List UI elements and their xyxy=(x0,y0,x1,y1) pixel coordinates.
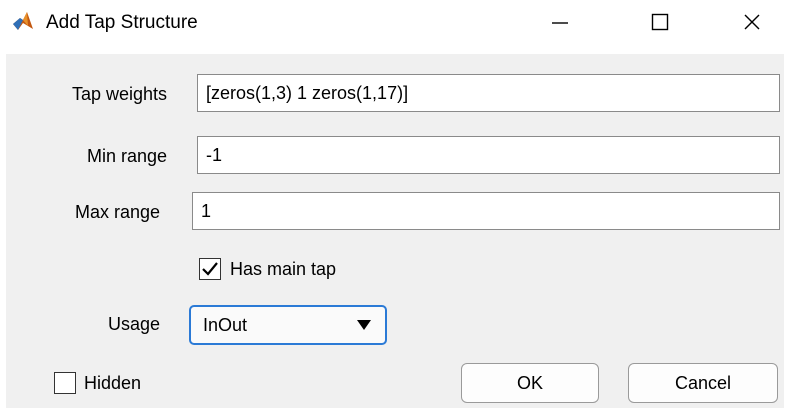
has-main-tap-checkbox[interactable] xyxy=(199,258,221,280)
dialog-body: Tap weights [zeros(1,3) 1 zeros(1,17)] M… xyxy=(6,54,784,408)
min-range-field[interactable]: -1 xyxy=(197,136,780,174)
matlab-icon xyxy=(13,12,33,30)
usage-dropdown[interactable]: InOut xyxy=(189,305,387,345)
add-tap-structure-dialog: Add Tap Structure Tap weights [zeros(1,3… xyxy=(0,0,790,408)
hidden-label: Hidden xyxy=(84,373,142,393)
close-icon xyxy=(744,14,760,30)
tap-weights-field[interactable]: [zeros(1,3) 1 zeros(1,17)] xyxy=(197,74,780,112)
max-range-label: Max range xyxy=(74,202,160,222)
maximize-icon xyxy=(651,13,669,31)
minimize-button[interactable] xyxy=(530,0,590,44)
checkmark-icon xyxy=(202,262,218,276)
cancel-button[interactable]: Cancel xyxy=(628,363,778,403)
triangle-down-icon xyxy=(357,320,371,330)
close-button[interactable] xyxy=(722,0,782,44)
minimize-icon xyxy=(552,22,568,24)
has-main-tap-label: Has main tap xyxy=(230,259,337,279)
hidden-checkbox[interactable] xyxy=(54,372,76,394)
window-title: Add Tap Structure xyxy=(46,12,198,33)
title-bar[interactable]: Add Tap Structure xyxy=(0,0,790,48)
tap-weights-label: Tap weights xyxy=(71,84,167,104)
usage-selected-value: InOut xyxy=(203,315,248,335)
max-range-field[interactable]: 1 xyxy=(192,192,780,230)
ok-button[interactable]: OK xyxy=(461,363,599,403)
min-range-label: Min range xyxy=(86,146,167,166)
maximize-button[interactable] xyxy=(630,0,690,44)
usage-label: Usage xyxy=(107,314,160,334)
